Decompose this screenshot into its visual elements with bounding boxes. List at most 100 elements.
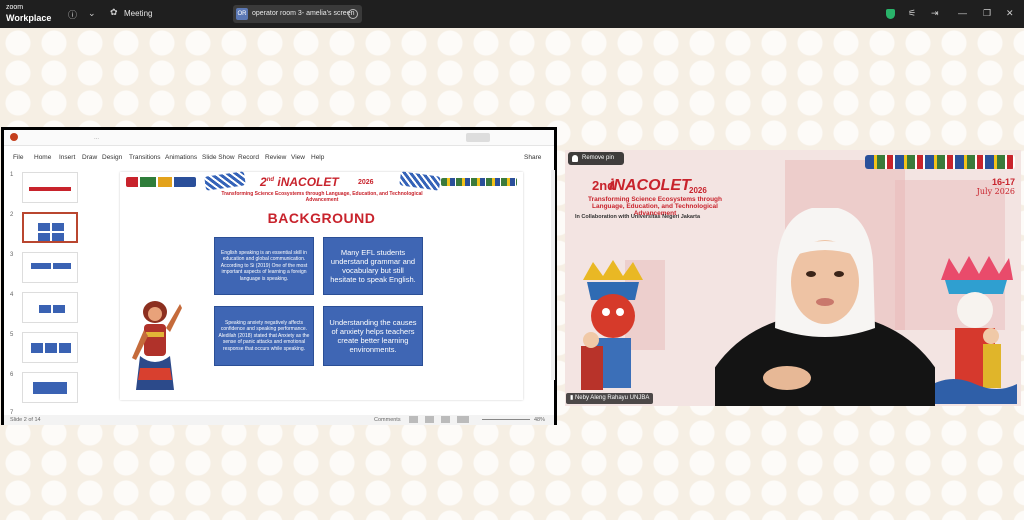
mic-off-icon[interactable]: ⚟: [908, 8, 916, 19]
institution-logos-left: [126, 177, 196, 187]
menu-transitions[interactable]: Transitions: [129, 154, 161, 161]
pin-icon: [572, 155, 578, 162]
sign-in-button[interactable]: [466, 133, 490, 142]
institution-logos-right: [441, 178, 517, 186]
menu-home[interactable]: Home: [34, 154, 51, 161]
restore-icon[interactable]: ❐: [983, 8, 991, 19]
batik-decoration-left: [204, 171, 246, 191]
conference-name: 2nd iNACOLET: [260, 175, 339, 189]
menu-review[interactable]: Review: [265, 154, 286, 161]
slide-counter: Slide 2 of 14: [10, 417, 41, 423]
thumb-content: [53, 305, 65, 313]
slide-thumbnail[interactable]: [22, 252, 78, 283]
thumb-number: 2: [10, 212, 14, 218]
conf-ordinal: nd: [266, 177, 275, 183]
close-icon[interactable]: ✕: [1006, 8, 1014, 19]
view-options-icon[interactable]: [348, 9, 358, 19]
conf-collab: In Collaboration with Universitas Negeri…: [575, 214, 701, 220]
slide-thumbnail-selected[interactable]: [22, 212, 78, 243]
remove-pin-label: Remove pin: [582, 155, 615, 161]
conf-title: iNACOLET: [277, 175, 339, 189]
zoom-slider[interactable]: [482, 419, 530, 420]
menu-file[interactable]: File: [13, 154, 23, 161]
menu-view[interactable]: View: [291, 154, 305, 161]
content-box-2: Many EFL students understand grammar and…: [323, 237, 423, 295]
participant-name: Neby Aleng Rahayu UNJBA: [574, 395, 650, 401]
content-box-1: English speaking is an essential skill i…: [214, 237, 314, 295]
slide-thumbnails: 1 2 3 4 5 6 7: [10, 170, 84, 416]
thumb-number: 1: [10, 172, 14, 178]
chevron-down-icon[interactable]: ⌄: [88, 8, 96, 19]
meeting-label[interactable]: Meeting: [124, 9, 152, 18]
slide-heading: BACKGROUND: [267, 210, 376, 226]
conference-theme: Transforming Science Ecosystems through …: [221, 191, 423, 203]
ppt-doc-title: ...: [94, 135, 100, 141]
view-buttons[interactable]: [409, 416, 469, 423]
share-button[interactable]: Share: [524, 154, 541, 161]
zoom-logo-small: zoom: [6, 4, 24, 11]
menu-slide-show[interactable]: Slide Show: [202, 154, 235, 161]
batik-decoration-right: [399, 171, 441, 191]
thumb-number: 6: [10, 372, 14, 378]
zoom-level: 48%: [534, 417, 546, 423]
menu-record[interactable]: Record: [238, 154, 259, 161]
thumb-content: [52, 223, 64, 231]
comments-button[interactable]: Comments: [374, 417, 401, 423]
menu-design[interactable]: Design: [102, 154, 122, 161]
thumb-content: [33, 382, 67, 394]
institution-logos: [865, 155, 1015, 169]
conf-date: 16-17 July 2026: [977, 177, 1015, 197]
participant-video[interactable]: 2nd iNACOLET 2026 Transforming Science E…: [565, 150, 1021, 406]
share-avatar: OR: [236, 8, 248, 20]
menu-help[interactable]: Help: [311, 154, 324, 161]
thumb-number: 4: [10, 292, 14, 298]
info-icon[interactable]: ⓘ: [68, 8, 77, 21]
ppt-statusbar: Slide 2 of 14 Comments 48%: [4, 415, 554, 425]
ondel-ondel-right-illustration: [933, 256, 1017, 404]
security-shield-icon[interactable]: [886, 9, 895, 19]
share-text: operator room 3- amelia's screen: [252, 10, 355, 17]
menu-draw[interactable]: Draw: [82, 154, 97, 161]
participant-person: [715, 208, 935, 406]
conf-title: iNACOLET: [609, 177, 691, 194]
zoom-logo: zoom Workplace: [6, 3, 51, 23]
slide-thumbnail[interactable]: [22, 372, 78, 403]
zoom-titlebar: zoom Workplace ⓘ ⌄ ✿ Meeting OR operator…: [0, 0, 1024, 28]
shared-screen[interactable]: ... File Home Insert Draw Design Transit…: [1, 127, 557, 425]
slide-thumbnail[interactable]: [22, 332, 78, 363]
conference-year: 2026: [358, 179, 374, 186]
slide-thumbnail[interactable]: [22, 292, 78, 323]
minimize-icon[interactable]: —: [958, 8, 967, 18]
thumb-content: [59, 343, 71, 353]
editor-scrollbar[interactable]: [551, 170, 555, 380]
meeting-icon: ✿: [110, 7, 118, 17]
slide-header: 2nd iNACOLET 2026 Transforming Science E…: [120, 171, 523, 204]
menu-animations[interactable]: Animations: [165, 154, 197, 161]
thumb-content: [29, 187, 71, 191]
thumb-number: 3: [10, 252, 14, 258]
content-box-4: Understanding the causes of anxiety help…: [323, 306, 423, 366]
participant-name-tag: ▮ Neby Aleng Rahayu UNJBA: [566, 393, 654, 404]
date-month: July 2026: [976, 187, 1015, 196]
menu-insert[interactable]: Insert: [59, 154, 75, 161]
slide-thumbnail[interactable]: [22, 172, 78, 203]
thumb-content: [38, 223, 50, 231]
thumb-content: [39, 305, 51, 313]
conf-number: 2: [260, 175, 267, 189]
powerpoint-icon: [10, 133, 18, 141]
thumb-content: [52, 233, 64, 241]
thumb-content: [31, 343, 43, 353]
ondel-ondel-left-illustration: [581, 260, 643, 390]
ppt-titlebar: ...: [4, 130, 554, 146]
thumb-content: [38, 233, 50, 241]
date-range: 16-17: [991, 177, 1015, 187]
ppt-ribbon-menu: File Home Insert Draw Design Transitions…: [4, 152, 554, 164]
wayang-puppet-illustration: [132, 301, 182, 390]
thumb-content: [53, 263, 71, 269]
thumb-content: [31, 263, 51, 269]
remove-pin-button[interactable]: Remove pin: [568, 152, 624, 165]
screen-share-chip[interactable]: OR operator room 3- amelia's screen: [233, 5, 362, 23]
content-box-3: Speaking anxiety negatively affects conf…: [214, 306, 314, 366]
leave-icon[interactable]: ⇥: [931, 8, 939, 19]
thumb-number: 5: [10, 332, 14, 338]
